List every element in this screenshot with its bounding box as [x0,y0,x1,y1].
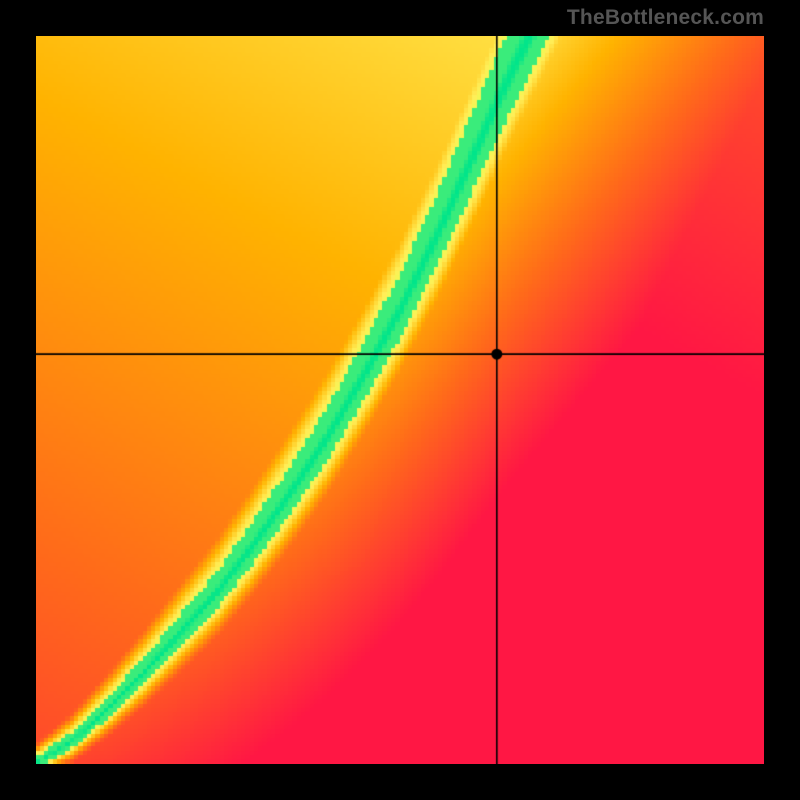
watermark-text: TheBottleneck.com [567,6,764,30]
heatmap-canvas [36,36,764,764]
chart-frame: TheBottleneck.com [0,0,800,800]
heatmap-plot [36,36,764,764]
